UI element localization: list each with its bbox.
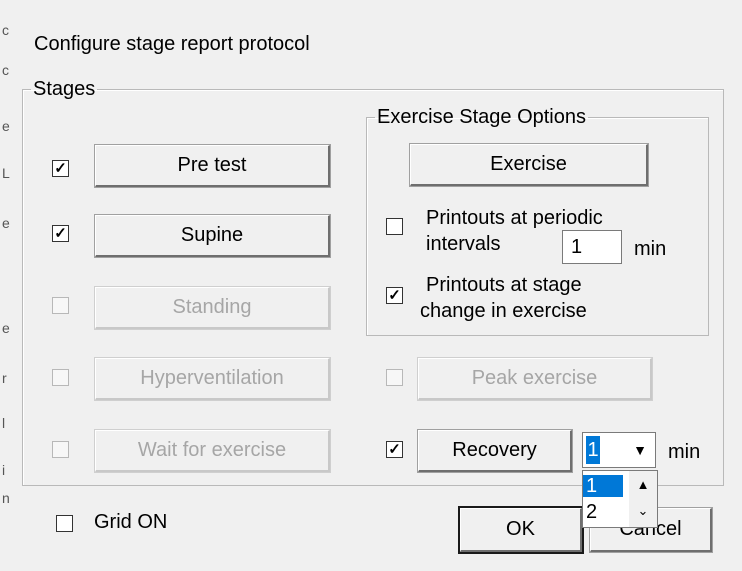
standing-checkbox[interactable]	[52, 297, 69, 314]
standing-button[interactable]: Standing	[94, 286, 331, 330]
periodic-printouts-label-line1: Printouts at periodic	[426, 207, 603, 229]
check-icon: ✓	[54, 225, 67, 242]
ok-button[interactable]: OK	[458, 506, 584, 554]
periodic-printouts-label-line2: intervals	[426, 233, 501, 255]
bg-char: c	[2, 62, 9, 78]
grid-on-label: Grid ON	[94, 511, 168, 533]
exercise-options-legend: Exercise Stage Options	[377, 106, 586, 128]
bg-char: L	[2, 165, 10, 181]
bg-char: l	[2, 415, 6, 431]
interval-unit-label: min	[634, 238, 667, 260]
recovery-selected-value: 1	[586, 436, 600, 464]
bg-char: i	[2, 462, 6, 478]
exercise-button[interactable]: Exercise	[409, 143, 649, 187]
bg-char: n	[2, 490, 10, 506]
chevron-down-icon[interactable]: ▼	[625, 433, 655, 467]
recovery-checkbox[interactable]: ✓	[386, 441, 403, 458]
bg-char: e	[2, 320, 10, 336]
recovery-button[interactable]: Recovery	[417, 429, 573, 473]
stages-legend: Stages	[33, 78, 96, 100]
dropdown-option[interactable]: 2	[583, 501, 623, 523]
check-icon: ✓	[388, 441, 401, 458]
dropdown-scrollbar[interactable]: ▲ ⌄	[629, 471, 657, 527]
supine-checkbox[interactable]: ✓	[52, 225, 69, 242]
peak-exercise-button[interactable]: Peak exercise	[417, 357, 653, 401]
bg-char: e	[2, 118, 10, 134]
peak-exercise-checkbox[interactable]	[386, 369, 403, 386]
background-window-edge: c c e L e e r l i n	[0, 0, 16, 571]
pretest-button[interactable]: Pre test	[94, 144, 331, 188]
recovery-unit-label: min	[668, 441, 701, 463]
grid-on-checkbox[interactable]	[56, 515, 73, 532]
hyperventilation-checkbox[interactable]	[52, 369, 69, 386]
periodic-printouts-checkbox[interactable]	[386, 218, 403, 235]
recovery-minutes-combo[interactable]: 1 ▼	[582, 432, 656, 468]
bg-char: e	[2, 215, 10, 231]
dialog-title: Configure stage report protocol	[34, 33, 310, 55]
check-icon: ✓	[388, 287, 401, 304]
stage-change-label-line2: change in exercise	[420, 300, 587, 322]
wait-for-exercise-button[interactable]: Wait for exercise	[94, 429, 331, 473]
dropdown-option[interactable]: 1	[583, 475, 623, 497]
scroll-up-icon[interactable]: ▲	[629, 477, 657, 492]
supine-button[interactable]: Supine	[94, 214, 331, 258]
pretest-checkbox[interactable]: ✓	[52, 160, 69, 177]
hyperventilation-button[interactable]: Hyperventilation	[94, 357, 331, 401]
check-icon: ✓	[54, 160, 67, 177]
wait-for-exercise-checkbox[interactable]	[52, 441, 69, 458]
interval-input[interactable]: 1	[562, 230, 622, 264]
stage-change-printouts-checkbox[interactable]: ✓	[386, 287, 403, 304]
scroll-down-icon[interactable]: ⌄	[629, 503, 657, 519]
bg-char: c	[2, 22, 9, 38]
recovery-minutes-dropdown-list[interactable]: 1 2 ▲ ⌄	[582, 470, 658, 528]
stage-change-label-line1: Printouts at stage	[426, 274, 582, 296]
bg-char: r	[2, 370, 7, 386]
